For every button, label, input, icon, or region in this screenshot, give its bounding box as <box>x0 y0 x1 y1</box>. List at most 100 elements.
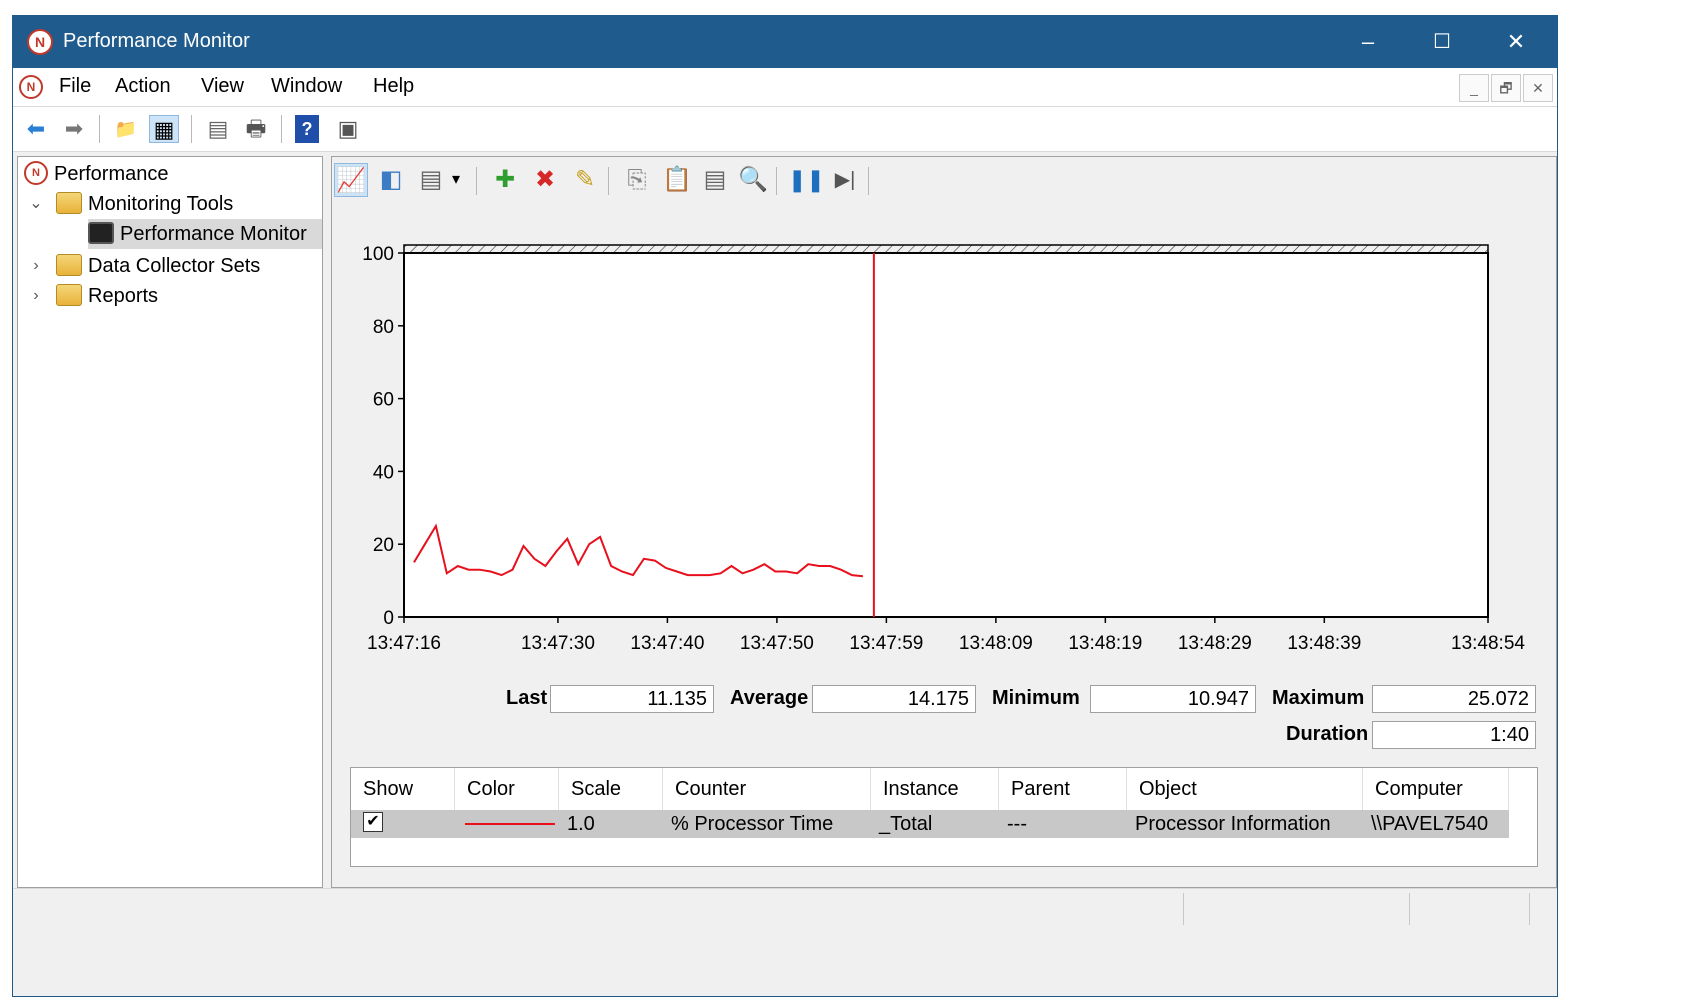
freeze-display-icon[interactable]: ❚❚ <box>788 163 825 197</box>
change-graph-type-icon[interactable]: ▤ <box>414 163 448 197</box>
y-tick-label: 100 <box>362 244 394 265</box>
column-header-color[interactable]: Color <box>455 768 559 810</box>
average-value: 14.175 <box>812 685 976 713</box>
perfmon-window: N Performance Monitor – ☐ ✕ N File Actio… <box>12 15 1558 997</box>
duration-label: Duration <box>1286 723 1369 745</box>
show-hide-tree-icon[interactable]: ▦ <box>149 115 179 143</box>
menu-file[interactable]: File <box>59 75 91 98</box>
perfmon-icon: N <box>24 160 48 185</box>
perfmon-icon: N <box>27 29 53 55</box>
performance-monitor-pane: 📈 ◧ ▤ ▾ ✚ ✖ ✎ ⎘ 📋 ▤ 🔍 ❚❚ ▶| 0 20 40 60 80 100… <box>331 156 1557 888</box>
column-header-counter[interactable]: Counter <box>663 768 871 810</box>
performance-line-chart[interactable]: 0 20 40 60 80 100 13:47:16 13:47:30 13:47:40 13:4… <box>332 217 1552 677</box>
average-label: Average <box>730 687 809 709</box>
minimize-button[interactable]: – <box>1331 16 1405 68</box>
tree-label: Performance Monitor <box>120 223 307 245</box>
back-arrow-icon[interactable]: ⬅ <box>21 115 51 143</box>
y-tick-label: 80 <box>373 317 394 338</box>
column-header-parent[interactable]: Parent <box>999 768 1127 810</box>
tree-item-reports[interactable]: Reports <box>56 281 158 311</box>
properties-icon[interactable]: ▤ <box>698 163 732 197</box>
delete-counter-icon[interactable]: ✖ <box>528 163 562 197</box>
table-row[interactable]: ✔ 1.0 % Processor Time _Total --- Proces… <box>351 810 1509 838</box>
toolbar-separator <box>868 167 869 195</box>
x-tick-label: 13:47:40 <box>630 633 704 654</box>
status-divider <box>1409 893 1410 925</box>
view-current-activity-icon[interactable]: ◧ <box>374 163 408 197</box>
counter-list: Show Color Scale Counter Instance Parent… <box>350 767 1538 867</box>
menu-help[interactable]: Help <box>373 75 414 98</box>
computer-cell: \\PAVEL7540 <box>1371 813 1489 835</box>
mdi-minimize-button[interactable]: _ <box>1459 74 1489 102</box>
menu-window[interactable]: Window <box>271 75 342 98</box>
main-toolbar: ⬅ ➡ 📁 ▦ ▤ 🖶 ? ▣ <box>13 107 1557 152</box>
print-icon[interactable]: 🖶 <box>241 115 271 143</box>
status-divider <box>1183 893 1184 925</box>
copy-properties-icon[interactable]: ⎘ <box>620 163 654 197</box>
chevron-down-icon[interactable]: ⌄ <box>28 189 44 219</box>
x-tick-label: 13:47:59 <box>849 633 923 654</box>
last-value: 11.135 <box>550 685 714 713</box>
update-data-icon[interactable]: ▶| <box>828 163 862 197</box>
tree-label: Monitoring Tools <box>88 193 234 215</box>
show-checkbox[interactable]: ✔ <box>363 812 383 832</box>
duration-value: 1:40 <box>1372 721 1536 749</box>
paste-counter-list-icon[interactable]: 📋 <box>660 163 694 197</box>
title-bar[interactable]: N Performance Monitor – ☐ ✕ <box>13 16 1557 68</box>
status-divider <box>1529 893 1530 925</box>
counter-cell: % Processor Time <box>671 813 834 835</box>
column-header-object[interactable]: Object <box>1127 768 1363 810</box>
mdi-restore-button[interactable]: 🗗 <box>1491 74 1521 102</box>
instance-cell: _Total <box>879 813 933 835</box>
tree-item-performance-monitor[interactable]: Performance Monitor <box>88 219 322 249</box>
column-header-show[interactable]: Show <box>351 768 455 810</box>
tree-label: Performance <box>54 163 169 185</box>
menu-view[interactable]: View <box>201 75 244 98</box>
chevron-right-icon[interactable]: › <box>28 251 44 281</box>
highlight-icon[interactable]: ✎ <box>568 163 602 197</box>
tree-item-data-collector-sets[interactable]: Data Collector Sets <box>56 251 260 281</box>
forward-arrow-icon[interactable]: ➡ <box>59 115 89 143</box>
x-tick-label: 13:48:29 <box>1178 633 1252 654</box>
menu-bar: N File Action View Window Help _ 🗗 ✕ <box>13 68 1557 107</box>
maximum-label: Maximum <box>1272 687 1365 709</box>
up-folder-icon[interactable]: 📁 <box>111 115 141 143</box>
column-header-computer[interactable]: Computer <box>1363 768 1509 810</box>
mdi-close-button[interactable]: ✕ <box>1523 74 1553 102</box>
perfmon-menu-icon[interactable]: N <box>19 75 43 99</box>
zoom-icon[interactable]: 🔍 <box>736 163 770 197</box>
folder-icon <box>56 283 82 306</box>
monitor-graph-icon <box>88 221 114 244</box>
maximum-value: 25.072 <box>1372 685 1536 713</box>
x-tick-label: 13:48:54 <box>1451 633 1525 654</box>
toolbar-separator <box>281 115 282 143</box>
view-graph-icon[interactable]: 📈 <box>334 163 368 197</box>
x-tick-label: 13:48:39 <box>1287 633 1361 654</box>
toolbar-separator <box>608 167 609 195</box>
add-counter-icon[interactable]: ✚ <box>488 163 522 197</box>
tree-label: Reports <box>88 285 159 307</box>
window-title: Performance Monitor <box>63 30 250 52</box>
y-tick-label: 40 <box>373 462 394 483</box>
toolbar-separator <box>476 167 477 195</box>
minimum-value: 10.947 <box>1090 685 1256 713</box>
menu-action[interactable]: Action <box>115 75 171 98</box>
close-button[interactable]: ✕ <box>1479 16 1553 68</box>
properties-icon[interactable]: ▤ <box>203 115 233 143</box>
scale-cell: 1.0 <box>567 813 595 835</box>
column-header-scale[interactable]: Scale <box>559 768 663 810</box>
column-header-instance[interactable]: Instance <box>871 768 999 810</box>
last-label: Last <box>506 687 548 709</box>
tree-item-performance[interactable]: N Performance <box>24 159 169 189</box>
toolbar-separator <box>191 115 192 143</box>
chevron-down-icon[interactable]: ▾ <box>446 163 466 197</box>
console-icon[interactable]: ▣ <box>333 115 363 143</box>
maximize-button[interactable]: ☐ <box>1405 16 1479 68</box>
x-tick-label: 13:48:19 <box>1068 633 1142 654</box>
parent-cell: --- <box>1007 813 1027 835</box>
navigation-tree: N Performance ⌄ Monitoring Tools Performa… <box>17 156 323 888</box>
toolbar-separator <box>776 167 777 195</box>
tree-item-monitoring-tools[interactable]: Monitoring Tools <box>56 189 233 219</box>
chevron-right-icon[interactable]: › <box>28 281 44 311</box>
help-icon[interactable]: ? <box>295 115 319 143</box>
